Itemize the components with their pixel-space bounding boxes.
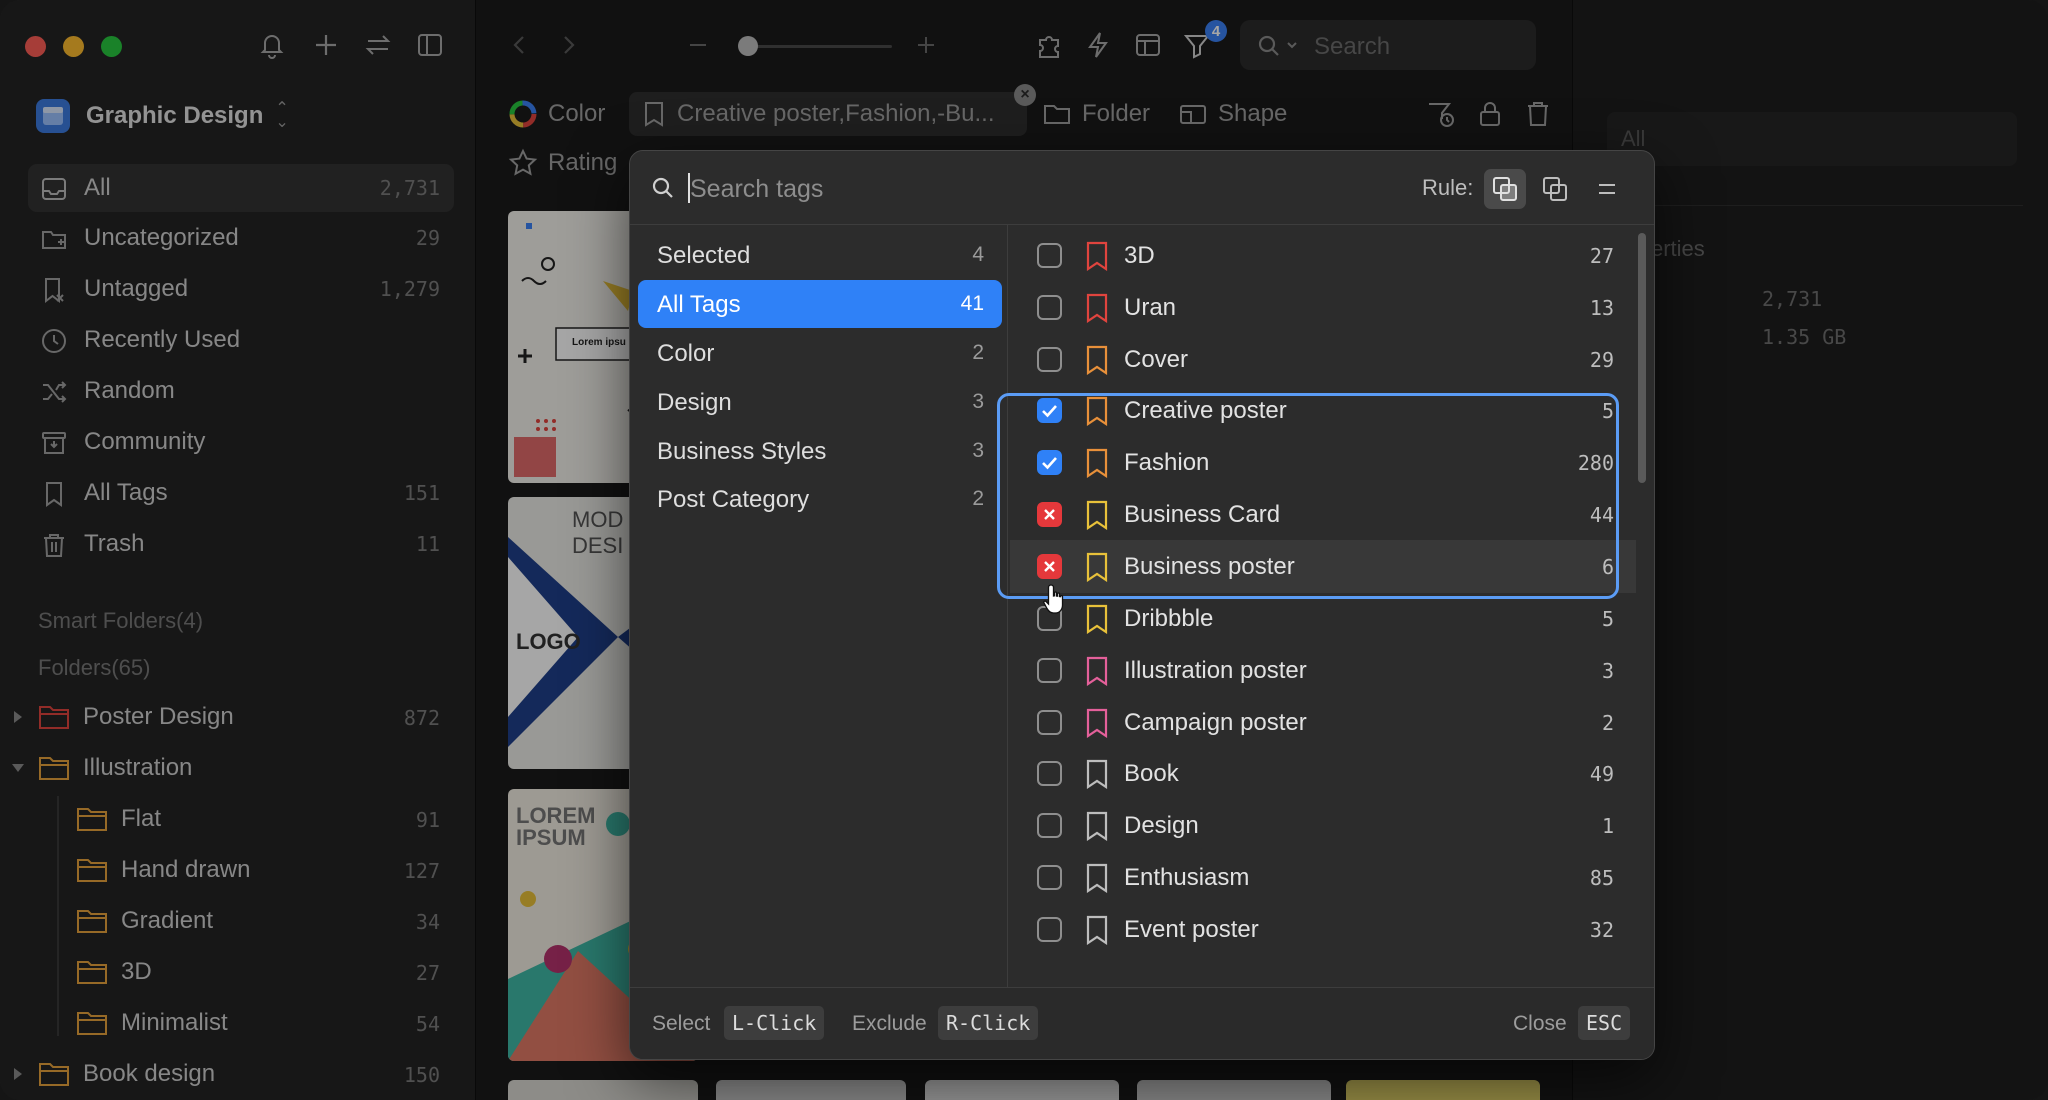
close-hint-key: ESC <box>1578 1006 1631 1040</box>
tag-label: Uran <box>1124 294 1177 321</box>
tag-row[interactable]: Dribbble 5 <box>1010 592 1636 645</box>
close-hint-label[interactable]: Close <box>1513 1012 1567 1036</box>
rule-label: Rule: <box>1422 175 1474 200</box>
app-window: Graphic Design ⌃ ⌄ All 2,731 Uncategorize… <box>0 0 2048 1100</box>
exclude-hint-key: R-Click <box>938 1006 1039 1040</box>
tag-row[interactable]: Cover 29 <box>1010 333 1636 386</box>
tag-bookmark-icon <box>1086 708 1108 738</box>
tag-label: Illustration poster <box>1124 657 1307 684</box>
tag-label: Campaign poster <box>1124 709 1307 736</box>
tag-checkbox[interactable] <box>1037 917 1062 942</box>
union-icon <box>1543 177 1567 201</box>
tag-checkbox[interactable] <box>1037 295 1062 320</box>
tag-row[interactable]: Enthusiasm 85 <box>1010 851 1636 904</box>
tag-label: Enthusiasm <box>1124 864 1250 891</box>
tag-filter-popover: Search tags Rule: Selected 4 All Tags 41 <box>629 150 1655 1060</box>
category-all-tags[interactable]: All Tags 41 <box>638 280 1002 328</box>
popover-footer: Select L-Click Exclude R-Click Close ESC <box>630 987 1654 1059</box>
category-label: Post Category <box>657 486 810 513</box>
category-count: 2 <box>972 487 984 510</box>
menu-icon <box>1599 184 1615 194</box>
tag-count: 27 <box>1589 244 1614 268</box>
tag-label: Event poster <box>1124 916 1259 943</box>
category-label: Design <box>657 389 732 416</box>
tag-bookmark-icon <box>1086 345 1108 375</box>
tag-label: 3D <box>1124 242 1155 269</box>
tag-label: Book <box>1124 760 1179 787</box>
search-icon <box>652 177 673 198</box>
tag-label: Dribbble <box>1124 605 1214 632</box>
selection-highlight-box <box>997 393 1619 599</box>
tag-row[interactable]: Illustration poster 3 <box>1010 644 1636 697</box>
hand-cursor-icon <box>1043 584 1064 614</box>
tag-bookmark-icon <box>1086 241 1108 271</box>
category-count: 2 <box>972 341 984 364</box>
category-color[interactable]: Color 2 <box>638 329 1002 377</box>
rule-match-any-button[interactable] <box>1534 169 1576 209</box>
category-label: Selected <box>657 242 751 269</box>
category-selected[interactable]: Selected 4 <box>638 231 1002 279</box>
tag-checkbox[interactable] <box>1037 813 1062 838</box>
tag-checkbox[interactable] <box>1037 761 1062 786</box>
tag-list-scrollbar[interactable] <box>1638 233 1646 483</box>
tag-label: Design <box>1124 812 1199 839</box>
tag-count: 13 <box>1589 296 1614 320</box>
select-hint-label: Select <box>652 1012 711 1035</box>
rule-match-all-button[interactable] <box>1484 169 1526 209</box>
tag-count: 2 <box>1601 711 1614 735</box>
tag-bookmark-icon <box>1086 915 1108 945</box>
tag-row[interactable]: Event poster 32 <box>1010 903 1636 956</box>
category-design[interactable]: Design 3 <box>638 378 1002 426</box>
tag-count: 85 <box>1589 866 1614 890</box>
exclude-hint-label: Exclude <box>852 1012 927 1035</box>
tag-bookmark-icon <box>1086 656 1108 686</box>
tag-search-placeholder: Search tags <box>690 175 824 203</box>
tag-count: 5 <box>1601 607 1614 631</box>
category-label: All Tags <box>657 291 741 318</box>
tag-checkbox[interactable] <box>1037 243 1062 268</box>
category-business-styles[interactable]: Business Styles 3 <box>638 427 1002 475</box>
tag-label: Cover <box>1124 346 1189 373</box>
category-count: 3 <box>972 439 984 462</box>
intersect-icon <box>1493 177 1517 201</box>
tag-count: 1 <box>1601 814 1614 838</box>
tag-checkbox[interactable] <box>1037 658 1062 683</box>
tag-count: 3 <box>1601 659 1614 683</box>
tag-search-input[interactable]: Search tags Rule: <box>630 151 1654 225</box>
tag-checkbox[interactable] <box>1037 347 1062 372</box>
tag-count: 29 <box>1589 348 1614 372</box>
category-post-category[interactable]: Post Category 2 <box>638 475 1002 523</box>
category-count: 41 <box>960 292 984 315</box>
tag-row[interactable]: Book 49 <box>1010 747 1636 800</box>
tag-bookmark-icon <box>1086 759 1108 789</box>
tag-bookmark-icon <box>1086 863 1108 893</box>
tag-row[interactable]: Uran 13 <box>1010 281 1636 334</box>
tag-category-list: Selected 4 All Tags 41 Color 2 Design 3 … <box>630 225 1008 987</box>
tag-checkbox[interactable] <box>1037 865 1062 890</box>
select-hint-key: L-Click <box>724 1006 825 1040</box>
tag-bookmark-icon <box>1086 293 1108 323</box>
tag-row[interactable]: Campaign poster 2 <box>1010 696 1636 749</box>
tag-count: 32 <box>1589 918 1614 942</box>
rule-menu-button[interactable] <box>1586 169 1628 209</box>
category-count: 4 <box>972 243 984 266</box>
category-count: 3 <box>972 390 984 413</box>
tag-row[interactable]: Design 1 <box>1010 799 1636 852</box>
category-label: Color <box>657 340 715 367</box>
tag-bookmark-icon <box>1086 604 1108 634</box>
tag-count: 49 <box>1589 762 1614 786</box>
tag-bookmark-icon <box>1086 811 1108 841</box>
tag-checkbox[interactable] <box>1037 710 1062 735</box>
category-label: Business Styles <box>657 438 827 465</box>
tag-row[interactable]: 3D 27 <box>1010 229 1636 282</box>
